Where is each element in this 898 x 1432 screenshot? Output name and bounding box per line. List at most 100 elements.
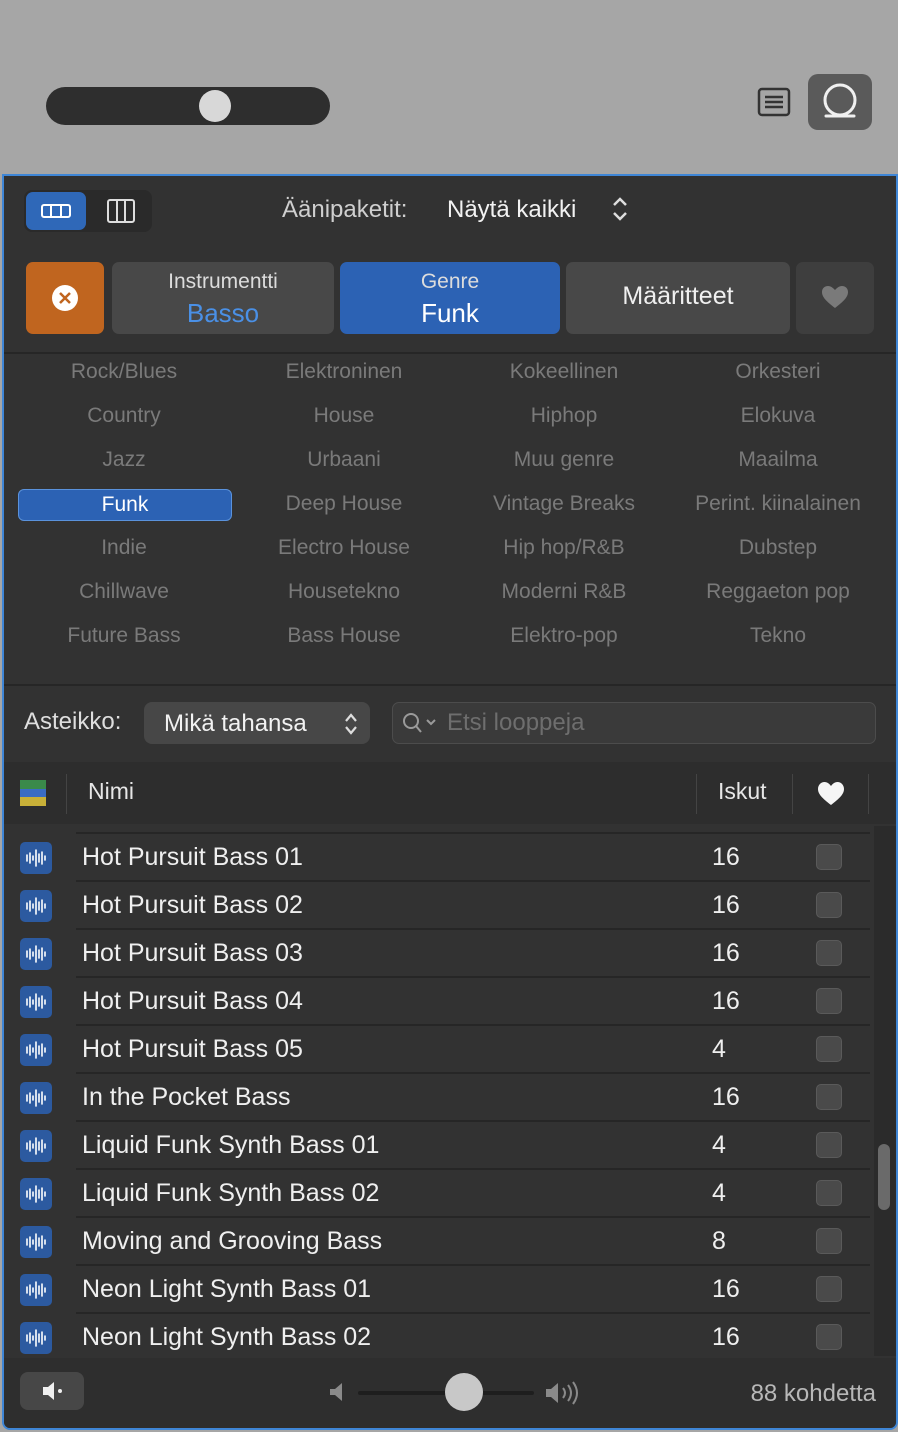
loop-name: Neon Light Synth Bass 02 (82, 1323, 372, 1351)
volume-slider-knob[interactable] (445, 1373, 483, 1411)
loop-name: Liquid Funk Synth Bass 02 (82, 1179, 380, 1207)
genre-option[interactable]: Vintage Breaks (458, 489, 670, 519)
column-header-name[interactable]: Nimi (88, 778, 134, 805)
clear-filters-button[interactable] (26, 262, 104, 334)
waveform-icon (20, 938, 52, 970)
volume-low-icon (330, 1383, 342, 1401)
table-row[interactable]: Hot Pursuit Bass 03 16 (4, 930, 870, 978)
table-row[interactable]: Moving and Grooving Bass 8 (4, 1218, 870, 1266)
table-row[interactable]: Hot Pursuit Bass 01 16 (4, 834, 870, 882)
genre-filter-button[interactable]: Genre Funk (340, 262, 560, 334)
genre-option[interactable]: Elektro-pop (458, 621, 670, 651)
waveform-icon (20, 842, 52, 874)
favorite-checkbox[interactable] (816, 1276, 842, 1302)
genre-option[interactable]: Moderni R&B (458, 577, 670, 607)
favorite-checkbox[interactable] (816, 1132, 842, 1158)
view-toggle (24, 190, 152, 232)
genre-option[interactable]: Housetekno (238, 577, 450, 607)
loop-beats: 4 (712, 1035, 726, 1063)
close-circle-icon (52, 285, 78, 311)
column-view-icon (107, 199, 135, 223)
preview-button[interactable] (20, 1372, 84, 1410)
heart-icon[interactable] (816, 780, 846, 808)
genre-option[interactable]: Hiphop (458, 401, 670, 431)
favorite-checkbox[interactable] (816, 1228, 842, 1254)
genre-option[interactable]: Maailma (672, 445, 884, 475)
loop-beats: 8 (712, 1227, 726, 1255)
speaker-icon (43, 1382, 62, 1400)
scale-value: Mikä tahansa (164, 710, 307, 737)
genre-option[interactable]: Dubstep (672, 533, 884, 563)
table-row[interactable]: Hot Pursuit Bass 05 4 (4, 1026, 870, 1074)
table-row[interactable]: Neon Light Synth Bass 02 16 (4, 1314, 870, 1356)
favorite-checkbox[interactable] (816, 844, 842, 870)
scale-select[interactable]: Mikä tahansa (144, 702, 370, 744)
genre-option[interactable]: Indie (18, 533, 230, 563)
favorite-checkbox[interactable] (816, 892, 842, 918)
genre-option[interactable]: Electro House (238, 533, 450, 563)
loop-beats: 16 (712, 843, 740, 871)
waveform-icon (20, 1130, 52, 1162)
search-input[interactable] (445, 707, 869, 739)
search-icon[interactable] (401, 711, 441, 735)
genre-option[interactable]: Funk (18, 489, 232, 521)
favorite-checkbox[interactable] (816, 1180, 842, 1206)
instrument-filter-button[interactable]: Instrumentti Basso (112, 262, 334, 334)
favorite-checkbox[interactable] (816, 940, 842, 966)
notes-button[interactable] (756, 86, 792, 118)
genre-option[interactable]: Kokeellinen (458, 357, 670, 387)
genre-option[interactable]: Hip hop/R&B (458, 533, 670, 563)
genre-filter-value: Funk (421, 298, 479, 328)
genre-option[interactable]: Jazz (18, 445, 230, 475)
genre-option[interactable]: Elektroninen (238, 357, 450, 387)
attributes-filter-button[interactable]: Määritteet (566, 262, 790, 334)
genre-option[interactable]: Urbaani (238, 445, 450, 475)
favorite-checkbox[interactable] (816, 1084, 842, 1110)
column-header-beats[interactable]: Iskut (718, 778, 767, 805)
footer: 88 kohdetta (4, 1358, 896, 1428)
genre-option[interactable]: Future Bass (18, 621, 230, 651)
zoom-slider-knob[interactable] (199, 90, 231, 122)
table-row[interactable]: Hot Pursuit Bass 04 16 (4, 978, 870, 1026)
genre-option[interactable]: Reggaeton pop (672, 577, 884, 607)
loop-beats: 16 (712, 1083, 740, 1111)
table-row-partial (4, 826, 870, 834)
color-tag-icon[interactable] (20, 780, 48, 808)
zoom-slider[interactable] (46, 87, 330, 125)
genre-option[interactable]: Rock/Blues (18, 357, 230, 387)
button-view-button[interactable] (26, 192, 86, 230)
genre-option[interactable]: Muu genre (458, 445, 670, 475)
column-separator (696, 774, 697, 814)
search-field[interactable] (392, 702, 876, 744)
loop-browser-button[interactable] (808, 74, 872, 130)
waveform-icon (20, 1274, 52, 1306)
scrollbar[interactable] (874, 826, 896, 1356)
genre-option[interactable]: Bass House (238, 621, 450, 651)
table-row[interactable]: Liquid Funk Synth Bass 02 4 (4, 1170, 870, 1218)
genre-option[interactable]: Chillwave (18, 577, 230, 607)
favorites-filter-button[interactable] (796, 262, 874, 334)
notes-icon (757, 87, 791, 117)
loop-name: Hot Pursuit Bass 05 (82, 1035, 303, 1063)
genre-option[interactable]: Orkesteri (672, 357, 884, 387)
scrollbar-thumb[interactable] (878, 1144, 890, 1210)
updown-chevron-icon[interactable] (610, 194, 630, 224)
favorite-checkbox[interactable] (816, 1324, 842, 1350)
table-row[interactable]: Hot Pursuit Bass 02 16 (4, 882, 870, 930)
table-row[interactable]: In the Pocket Bass 16 (4, 1074, 870, 1122)
table-row[interactable]: Neon Light Synth Bass 01 16 (4, 1266, 870, 1314)
favorite-checkbox[interactable] (816, 1036, 842, 1062)
genre-option[interactable]: Elokuva (672, 401, 884, 431)
column-separator (66, 774, 67, 814)
favorite-checkbox[interactable] (816, 988, 842, 1014)
sound-packs-select[interactable]: Näytä kaikki (447, 196, 576, 224)
table-row[interactable]: Liquid Funk Synth Bass 01 4 (4, 1122, 870, 1170)
genre-option[interactable]: Tekno (672, 621, 884, 651)
genre-option[interactable]: House (238, 401, 450, 431)
toolbar (0, 0, 898, 172)
genre-option[interactable]: Perint. kiinalainen (672, 489, 884, 519)
genre-option[interactable]: Country (18, 401, 230, 431)
genre-option[interactable]: Deep House (238, 489, 450, 519)
waveform-icon (20, 1226, 52, 1258)
column-view-button[interactable] (90, 192, 150, 230)
